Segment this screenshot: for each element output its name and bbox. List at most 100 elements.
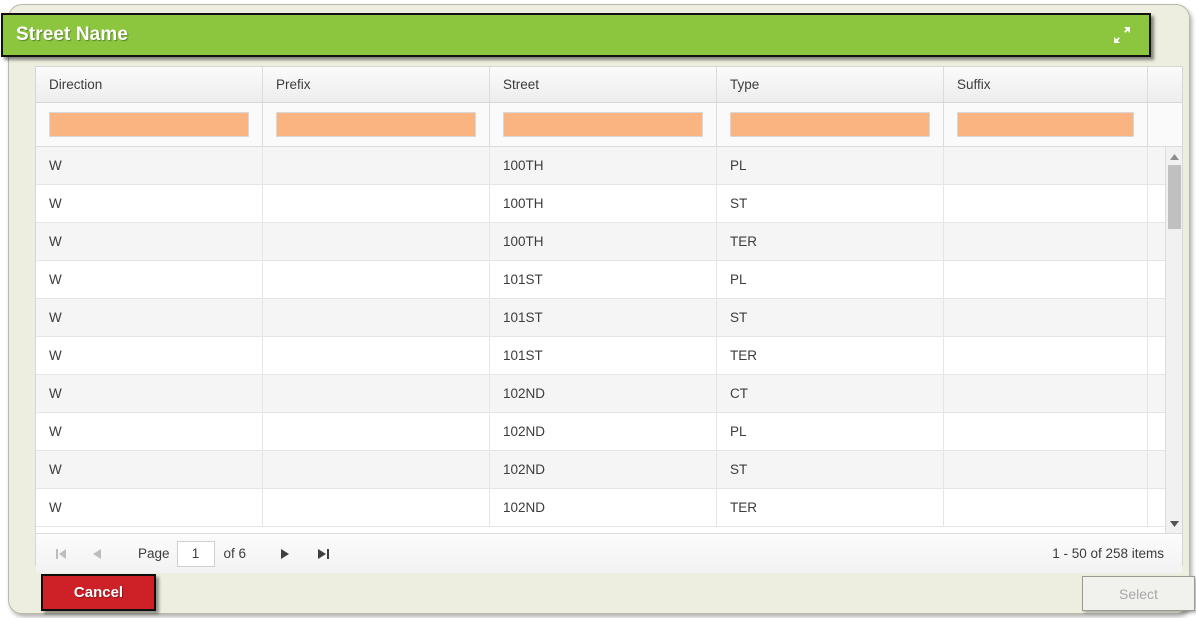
cell-direction: W [36,147,263,184]
cell-street: 101ST [490,337,717,374]
dialog-title-bar: Street Name [1,13,1151,57]
pager-page-input[interactable] [176,540,215,567]
street-name-dialog: Street Name Direction Prefix Street Type… [1,4,1195,614]
cell-type: ST [717,299,944,336]
grid-rows: W 100TH PL W 100TH ST W 100TH TER W 101ST PL W 101ST S… [36,147,1166,527]
cell-type: TER [717,337,944,374]
cell-street: 100TH [490,147,717,184]
expand-diagonal-icon[interactable] [1109,22,1135,48]
table-row[interactable]: W 102ND PL [36,413,1166,451]
column-header-label: Direction [49,77,103,92]
cell-prefix [263,375,490,412]
cell-prefix [263,147,490,184]
cell-suffix [944,375,1148,412]
cell-direction: W [36,223,263,260]
scroll-down-arrow-icon[interactable] [1166,516,1182,531]
filter-cell-prefix [263,103,490,146]
cell-street: 100TH [490,223,717,260]
filter-cell-scrollbar-spacer [1148,103,1182,146]
cell-type: CT [717,375,944,412]
column-header-type[interactable]: Type [717,67,944,102]
cell-prefix [263,299,490,336]
cell-suffix [944,451,1148,488]
filter-street-input[interactable] [503,112,703,137]
cell-suffix [944,489,1148,526]
cell-type: PL [717,147,944,184]
cell-street: 102ND [490,375,717,412]
filter-prefix-input[interactable] [276,112,476,137]
column-header-street[interactable]: Street [490,67,717,102]
filter-direction-input[interactable] [49,112,249,137]
cell-suffix [944,147,1148,184]
cell-prefix [263,185,490,222]
column-header-label: Prefix [276,77,311,92]
filter-cell-direction [36,103,263,146]
table-row[interactable]: W 101ST TER [36,337,1166,375]
cell-direction: W [36,261,263,298]
street-name-grid: Direction Prefix Street Type Suffix W 10… [35,66,1183,573]
cell-direction: W [36,451,263,488]
cell-prefix [263,261,490,298]
grid-vertical-scrollbar[interactable] [1165,147,1182,533]
go-to-first-page-icon[interactable] [48,541,74,567]
cell-direction: W [36,413,263,450]
go-to-last-page-icon[interactable] [310,541,336,567]
filter-cell-street [490,103,717,146]
table-row[interactable]: W 102ND ST [36,451,1166,489]
scrollbar-thumb[interactable] [1168,165,1181,229]
select-button[interactable]: Select [1082,576,1195,611]
column-header-prefix[interactable]: Prefix [263,67,490,102]
cell-direction: W [36,299,263,336]
column-header-direction[interactable]: Direction [36,67,263,102]
table-row[interactable]: W 100TH TER [36,223,1166,261]
page-title: Street Name [16,24,128,45]
cell-type: PL [717,413,944,450]
pager-item-count: 1 - 50 of 258 items [1052,546,1164,561]
cancel-button[interactable]: Cancel [41,574,156,611]
cell-suffix [944,299,1148,336]
table-row[interactable]: W 102ND CT [36,375,1166,413]
scroll-up-arrow-icon[interactable] [1166,149,1182,164]
go-to-previous-page-icon[interactable] [84,541,110,567]
column-header-label: Type [730,77,760,92]
pager-of-label: of 6 [223,546,247,561]
table-row[interactable]: W 100TH ST [36,185,1166,223]
cell-suffix [944,413,1148,450]
cell-type: ST [717,185,944,222]
cell-street: 101ST [490,299,717,336]
cell-prefix [263,413,490,450]
cell-prefix [263,489,490,526]
column-header-label: Street [503,77,540,92]
table-row[interactable]: W 100TH PL [36,147,1166,185]
cell-suffix [944,185,1148,222]
cell-street: 102ND [490,451,717,488]
grid-filter-row [36,103,1182,147]
column-header-suffix[interactable]: Suffix [944,67,1148,102]
cell-street: 102ND [490,489,717,526]
table-row[interactable]: W 101ST PL [36,261,1166,299]
cell-type: ST [717,451,944,488]
table-row[interactable]: W 101ST ST [36,299,1166,337]
cell-suffix [944,337,1148,374]
cell-direction: W [36,185,263,222]
filter-cell-type [717,103,944,146]
cell-suffix [944,261,1148,298]
cell-prefix [263,223,490,260]
column-header-label: Suffix [957,77,991,92]
pager-page-label: Page [138,546,170,561]
filter-suffix-input[interactable] [957,112,1134,137]
go-to-next-page-icon[interactable] [272,541,298,567]
column-header-scrollbar-spacer [1148,67,1182,102]
filter-cell-suffix [944,103,1148,146]
cell-prefix [263,337,490,374]
cell-direction: W [36,337,263,374]
grid-pager: Page of 6 1 - 50 of 258 items [36,533,1182,573]
filter-type-input[interactable] [730,112,930,137]
table-row[interactable]: W 102ND TER [36,489,1166,527]
cell-prefix [263,451,490,488]
cell-street: 100TH [490,185,717,222]
grid-header-row: Direction Prefix Street Type Suffix [36,67,1182,103]
cell-suffix [944,223,1148,260]
cell-street: 101ST [490,261,717,298]
cell-type: TER [717,489,944,526]
